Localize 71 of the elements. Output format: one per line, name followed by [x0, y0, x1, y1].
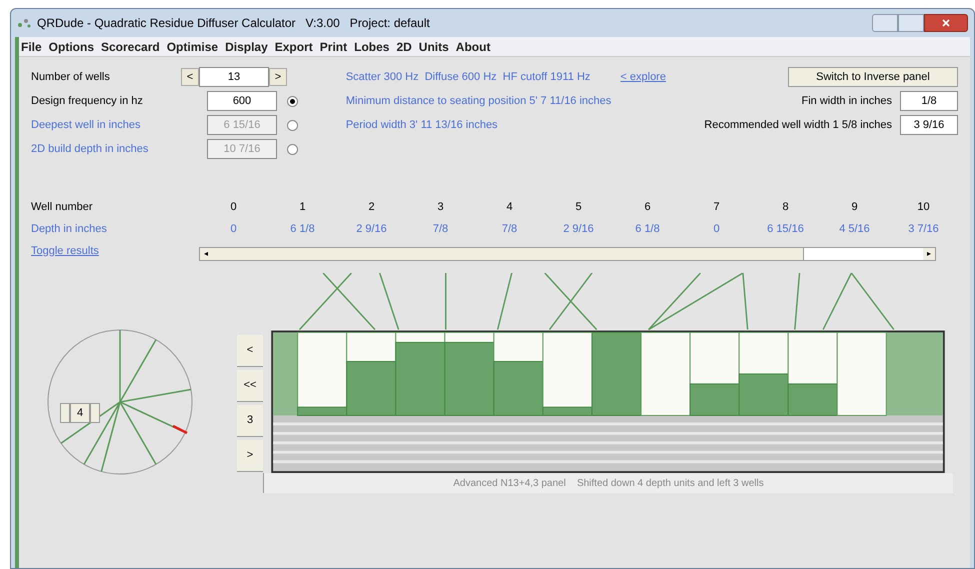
fin-width-field[interactable]: 1/8: [900, 91, 958, 111]
shift-button[interactable]: <<: [237, 370, 263, 402]
radio-button[interactable]: [287, 96, 298, 106]
well-number: 7: [713, 200, 720, 215]
well-depth: 7/8: [502, 222, 518, 237]
field-label: Deepest well in inches: [31, 118, 142, 133]
fin-width-label: Fin width in inches: [802, 94, 892, 109]
depth-label: Depth in inches: [31, 222, 108, 237]
well-number: 2: [368, 200, 375, 215]
value-field[interactable]: 600: [207, 91, 277, 111]
well-number: 10: [917, 200, 930, 215]
app-icon: [17, 17, 31, 29]
distance-info: Minimum distance to seating position 5' 7 11/16 inches: [346, 94, 612, 109]
toggle-results-link[interactable]: Toggle results: [31, 243, 99, 259]
field-label: Number of wells: [31, 70, 111, 85]
field-label: 2D build depth in inches: [31, 142, 150, 157]
well-number: 3: [437, 200, 444, 215]
well-depth: 0: [713, 222, 720, 237]
well-depth: 4 5/16: [839, 222, 870, 237]
wheel-value: 4: [70, 403, 90, 423]
menu-item[interactable]: Scorecard: [101, 38, 160, 56]
well-depth: 7/8: [432, 222, 448, 237]
well-number: 0: [230, 200, 237, 215]
increment-button[interactable]: >: [269, 68, 287, 86]
well-number: 1: [299, 200, 306, 215]
menu-item[interactable]: Export: [274, 38, 313, 56]
wheel-button[interactable]: [90, 403, 100, 423]
menu-item[interactable]: File: [21, 38, 42, 56]
period-info: Period width 3' 11 13/16 inches: [346, 118, 498, 133]
well-depth: 6 15/16: [767, 222, 804, 237]
close-button[interactable]: [924, 14, 968, 32]
shift-button[interactable]: <: [237, 335, 263, 367]
well-depth: 0: [230, 222, 237, 237]
panel-caption: Advanced N13+4,3 panel Shifted down 4 depth units and left 3 wells: [453, 476, 764, 490]
wheel-button[interactable]: [60, 403, 70, 423]
well-depth: 3 7/16: [908, 222, 939, 237]
menu-item[interactable]: Print: [320, 38, 348, 56]
close-icon: [942, 19, 950, 27]
well-number: 6: [644, 200, 651, 215]
well-number: 4: [506, 200, 513, 215]
menu-item[interactable]: 2D: [396, 38, 412, 56]
wells-field[interactable]: 13: [199, 67, 269, 87]
shift-button[interactable]: >: [237, 440, 263, 472]
menu-item[interactable]: Optimise: [166, 38, 218, 56]
frequency-info: Scatter 300 Hz Diffuse 600 Hz HF cutoff 1911 Hz: [346, 70, 590, 85]
maximize-button[interactable]: [898, 14, 924, 32]
scroll-right-button[interactable]: ▸: [923, 248, 935, 260]
well-depth: 6 1/8: [635, 222, 660, 237]
menu-item[interactable]: About: [456, 38, 490, 56]
menu-item[interactable]: Display: [225, 38, 268, 56]
well-number-label: Well number: [31, 200, 94, 215]
well-depth: 2 9/16: [356, 222, 387, 237]
well-depth: 2 9/16: [563, 222, 594, 237]
horizontal-scrollbar[interactable]: ◂ ▸: [199, 247, 936, 261]
scroll-left-button[interactable]: ◂: [200, 248, 212, 260]
well-width-field[interactable]: 3 9/16: [900, 115, 958, 135]
decrement-button[interactable]: <: [181, 68, 199, 86]
minimize-button[interactable]: [872, 14, 898, 32]
switch-panel-button[interactable]: Switch to Inverse panel: [788, 67, 958, 87]
well-number: 9: [851, 200, 858, 215]
menu-item[interactable]: Options: [48, 38, 94, 56]
menu-item[interactable]: Lobes: [354, 38, 390, 56]
window-title: QRDude - Quadratic Residue Diffuser Calculator V:3.00 Project: default: [37, 15, 430, 32]
well-number: 8: [782, 200, 789, 215]
well-width-label: Recommended well width 1 5/8 inches: [704, 118, 892, 133]
menu-item[interactable]: Units: [418, 38, 449, 56]
well-number: 5: [575, 200, 582, 215]
well-depth: 6 1/8: [290, 222, 315, 237]
shift-button[interactable]: 3: [237, 405, 263, 437]
field-label: Design frequency in hz: [31, 94, 144, 109]
explore-link[interactable]: < explore: [620, 68, 666, 86]
